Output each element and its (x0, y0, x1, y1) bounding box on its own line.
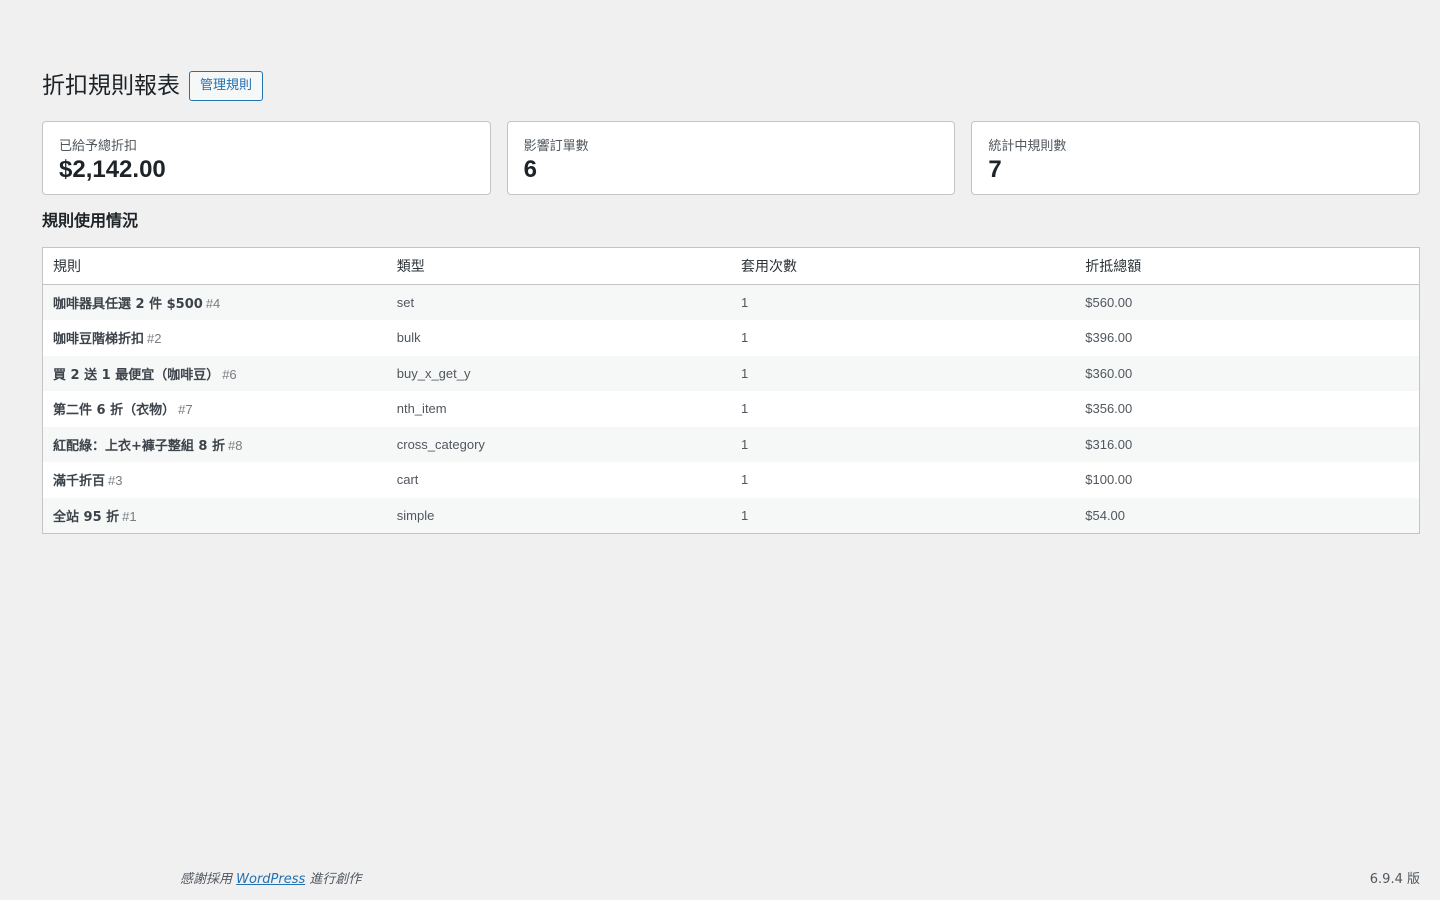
admin-footer: 感謝採用 WordPress 進行創作 6.9.4 版 (0, 870, 1440, 890)
footer-thanks: 感謝採用 WordPress 進行創作 (180, 870, 361, 890)
manage-rules-button[interactable]: 管理規則 (189, 71, 264, 101)
stat-label: 已給予總折扣 (59, 139, 138, 154)
rule-name: 咖啡器具任選 2 件 $500 (53, 297, 203, 312)
table-row: 紅配綠：上衣+褲子整組 8 折 #8 cross_category 1 $316.… (42, 426, 1420, 463)
table-row: 第二件 6 折（衣物） #7 nth_item 1 $356.00 (42, 391, 1420, 427)
rule-id: #1 (122, 508, 137, 524)
rule-cell: 咖啡豆階梯折扣 #2 (43, 320, 387, 356)
total-cell: $316.00 (1085, 436, 1133, 452)
rule-id: #7 (178, 402, 193, 418)
rule-cell: 滿千折百 #3 (43, 462, 387, 498)
page-header: 折扣規則報表 管理規則 (42, 70, 264, 102)
rule-cell: 紅配綠：上衣+褲子整組 8 折 #8 (43, 427, 387, 463)
count-cell: 1 (741, 365, 749, 381)
rule-usage-table: 規則 類型 套用次數 折抵總額 咖啡器具任選 2 件 $500 #4 set 1 … (42, 247, 1420, 534)
count-cell: 1 (741, 507, 749, 523)
count-cell: 1 (741, 401, 749, 417)
table-header-row: 規則 類型 套用次數 折抵總額 (42, 247, 1420, 285)
type-cell: simple (396, 507, 435, 523)
stat-label: 統計中規則數 (988, 139, 1067, 154)
table-row: 滿千折百 #3 cart 1 $100.00 (42, 462, 1420, 498)
rule-id: #6 (222, 366, 237, 382)
rule-name: 滿千折百 (53, 474, 106, 490)
stat-label: 影響訂單數 (523, 139, 589, 154)
total-cell: $100.00 (1085, 472, 1133, 488)
type-cell: set (396, 295, 415, 310)
table-row: 全站 95 折 #1 simple 1 $54.00 (42, 497, 1420, 534)
rule-name: 咖啡豆階梯折扣 (53, 332, 145, 348)
total-cell: $396.00 (1085, 330, 1133, 346)
stats-cards: 已給予總折扣 $2,142.00 影響訂單數 6 統計中規則數 7 (42, 121, 1421, 195)
rule-id: #8 (228, 437, 243, 453)
count-cell: 1 (741, 330, 749, 346)
table-row: 買 2 送 1 最便宜（咖啡豆） #6 buy_x_get_y 1 $360.00 (42, 355, 1420, 392)
total-cell: $54.00 (1085, 507, 1126, 523)
type-cell: buy_x_get_y (396, 365, 471, 381)
total-cell: $560.00 (1085, 295, 1133, 310)
column-header-total: 折抵總額 (1075, 247, 1420, 285)
rule-cell: 第二件 6 折（衣物） #7 (43, 391, 387, 427)
stat-card-orders-affected: 影響訂單數 6 (506, 121, 956, 195)
type-cell: cross_category (396, 436, 485, 452)
type-cell: bulk (396, 330, 421, 346)
column-header-type: 類型 (386, 247, 731, 285)
type-cell: cart (396, 472, 419, 488)
page-title: 折扣規則報表 (42, 73, 180, 99)
section-title-rule-usage: 規則使用情況 (42, 211, 139, 230)
stat-value: $2,142.00 (59, 156, 166, 183)
rule-name: 紅配綠：上衣+褲子整組 8 折 (53, 438, 225, 454)
total-cell: $356.00 (1085, 401, 1133, 417)
rule-cell: 咖啡器具任選 2 件 $500 #4 (43, 285, 387, 321)
count-cell: 1 (741, 472, 749, 488)
table-row: 咖啡器具任選 2 件 $500 #4 set 1 $560.00 (42, 284, 1420, 321)
type-cell: nth_item (396, 401, 447, 417)
footer-thanks-prefix: 感謝採用 (180, 872, 237, 887)
column-header-count: 套用次數 (731, 247, 1076, 285)
stat-card-total-discount: 已給予總折扣 $2,142.00 (42, 121, 491, 195)
rule-name: 全站 95 折 (53, 509, 120, 525)
rule-name: 第二件 6 折（衣物） (53, 403, 176, 419)
stat-value: 7 (988, 156, 1002, 183)
rule-name: 買 2 送 1 最便宜（咖啡豆） (53, 367, 220, 383)
rule-cell: 全站 95 折 #1 (43, 498, 387, 534)
rule-id: #4 (205, 296, 221, 311)
wordpress-link[interactable]: WordPress (236, 872, 305, 887)
rule-id: #3 (108, 473, 123, 489)
stat-value: 6 (523, 156, 538, 183)
total-cell: $360.00 (1085, 365, 1133, 381)
column-header-rule: 規則 (42, 247, 387, 285)
count-cell: 1 (741, 436, 749, 452)
stat-card-rules-counted: 統計中規則數 7 (971, 121, 1421, 195)
rule-id: #2 (147, 331, 162, 347)
rule-cell: 買 2 送 1 最便宜（咖啡豆） #6 (43, 356, 387, 392)
footer-thanks-suffix: 進行創作 (305, 872, 362, 887)
footer-version: 6.9.4 版 (1369, 872, 1420, 887)
table-row: 咖啡豆階梯折扣 #2 bulk 1 $396.00 (42, 320, 1420, 356)
count-cell: 1 (741, 295, 749, 310)
